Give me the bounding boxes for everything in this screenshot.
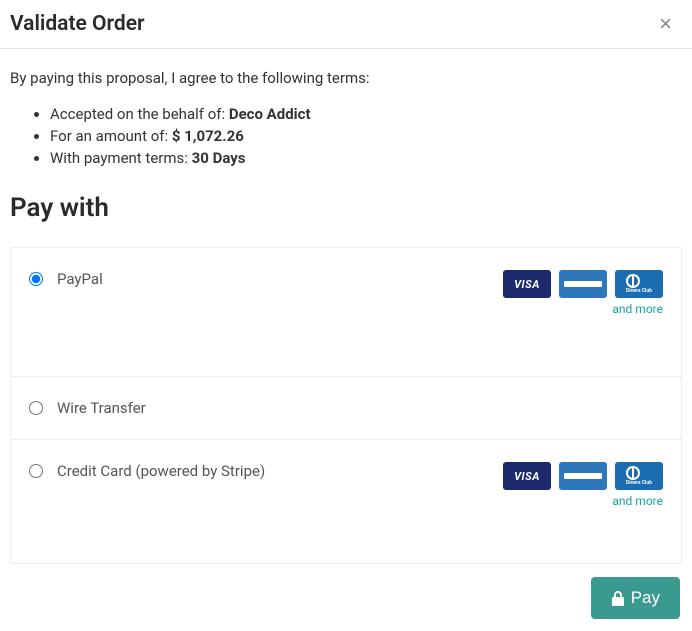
radio-wire[interactable] <box>29 401 43 415</box>
option-label: PayPal <box>57 270 103 288</box>
card-icons: VISA Diners Club and more <box>503 462 663 508</box>
close-button[interactable]: × <box>655 13 676 35</box>
terms-item-amount: For an amount of: $ 1,072.26 <box>50 127 682 145</box>
visa-icon: VISA <box>503 462 551 490</box>
pay-button[interactable]: Pay <box>591 577 680 619</box>
modal-title: Validate Order <box>10 12 145 36</box>
payment-option-stripe[interactable]: Credit Card (powered by Stripe) VISA Din… <box>11 440 681 563</box>
amex-icon <box>559 270 607 298</box>
payment-option-paypal[interactable]: PayPal VISA Diners Club and more <box>11 248 681 377</box>
diners-icon: Diners Club <box>615 270 663 298</box>
radio-paypal[interactable] <box>29 272 43 286</box>
payment-option-wire[interactable]: Wire Transfer <box>11 377 681 440</box>
diners-icon: Diners Club <box>615 462 663 490</box>
terms-label: With payment terms: <box>50 149 192 167</box>
terms-value: Deco Addict <box>229 105 311 123</box>
payment-options: PayPal VISA Diners Club and more Wire Tr… <box>10 247 682 564</box>
lock-icon <box>611 590 625 606</box>
pay-button-label: Pay <box>631 588 660 608</box>
option-label: Credit Card (powered by Stripe) <box>57 462 265 480</box>
terms-intro: By paying this proposal, I agree to the … <box>0 49 692 97</box>
amex-icon <box>559 462 607 490</box>
visa-icon: VISA <box>503 270 551 298</box>
option-left: PayPal <box>29 270 103 288</box>
card-row: VISA Diners Club <box>503 462 663 490</box>
terms-label: For an amount of: <box>50 127 172 145</box>
card-row: VISA Diners Club <box>503 270 663 298</box>
option-label: Wire Transfer <box>57 399 146 417</box>
option-left: Wire Transfer <box>29 399 146 417</box>
terms-list: Accepted on the behalf of: Deco Addict F… <box>0 97 692 181</box>
and-more-link[interactable]: and more <box>612 302 663 316</box>
terms-value: $ 1,072.26 <box>172 127 244 145</box>
terms-item-behalf: Accepted on the behalf of: Deco Addict <box>50 105 682 123</box>
option-left: Credit Card (powered by Stripe) <box>29 462 265 480</box>
terms-label: Accepted on the behalf of: <box>50 105 229 123</box>
modal-header: Validate Order × <box>0 0 692 49</box>
and-more-link[interactable]: and more <box>612 494 663 508</box>
radio-stripe[interactable] <box>29 464 43 478</box>
terms-item-payment-terms: With payment terms: 30 Days <box>50 149 682 167</box>
pay-with-heading: Pay with <box>0 181 692 233</box>
card-icons: VISA Diners Club and more <box>503 270 663 316</box>
terms-value: 30 Days <box>192 149 246 167</box>
close-icon: × <box>659 11 672 36</box>
